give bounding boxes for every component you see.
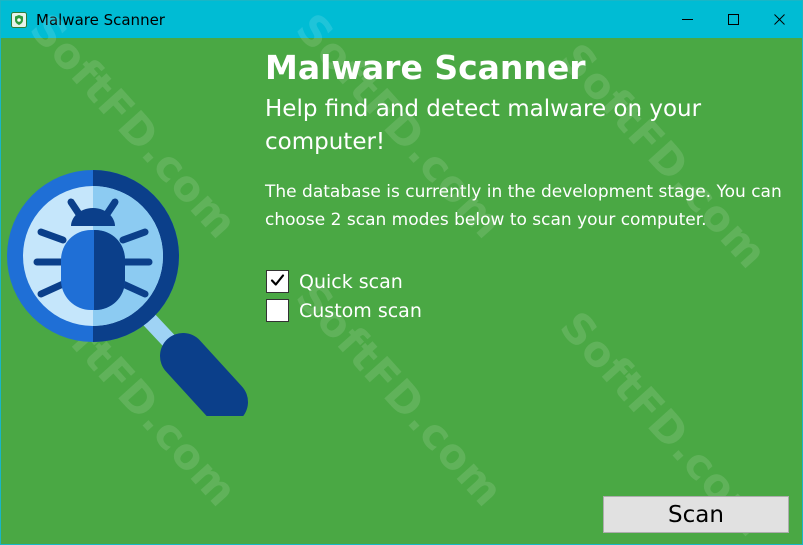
main-content: SoftFD.com SoftFD.com SoftFD.com SoftFD.… bbox=[1, 4, 802, 544]
page-subtitle: Help find and detect malware on your com… bbox=[265, 96, 702, 155]
bug-magnifier-icon bbox=[7, 170, 253, 425]
maximize-button[interactable] bbox=[710, 1, 756, 38]
custom-scan-option[interactable]: Custom scan bbox=[266, 299, 422, 322]
custom-scan-label: Custom scan bbox=[299, 299, 422, 322]
window-controls bbox=[664, 1, 802, 38]
app-window: Malware Scanner SoftFD.com SoftFD.com So… bbox=[0, 0, 803, 545]
close-button[interactable] bbox=[756, 1, 802, 38]
window-title: Malware Scanner bbox=[36, 10, 165, 29]
scan-button[interactable]: Scan bbox=[603, 496, 789, 533]
title-bar[interactable]: Malware Scanner bbox=[1, 1, 802, 38]
description-text: The database is currently in the develop… bbox=[265, 182, 782, 230]
quick-scan-label: Quick scan bbox=[299, 270, 403, 293]
page-title: Malware Scanner bbox=[265, 48, 586, 87]
minimize-icon bbox=[681, 14, 693, 25]
maximize-icon bbox=[727, 14, 739, 25]
close-icon bbox=[773, 14, 785, 25]
check-icon bbox=[270, 272, 285, 291]
minimize-button[interactable] bbox=[664, 1, 710, 38]
shield-bug-icon bbox=[10, 11, 28, 29]
quick-scan-checkbox[interactable] bbox=[266, 270, 289, 293]
quick-scan-option[interactable]: Quick scan bbox=[266, 270, 403, 293]
custom-scan-checkbox[interactable] bbox=[266, 299, 289, 322]
